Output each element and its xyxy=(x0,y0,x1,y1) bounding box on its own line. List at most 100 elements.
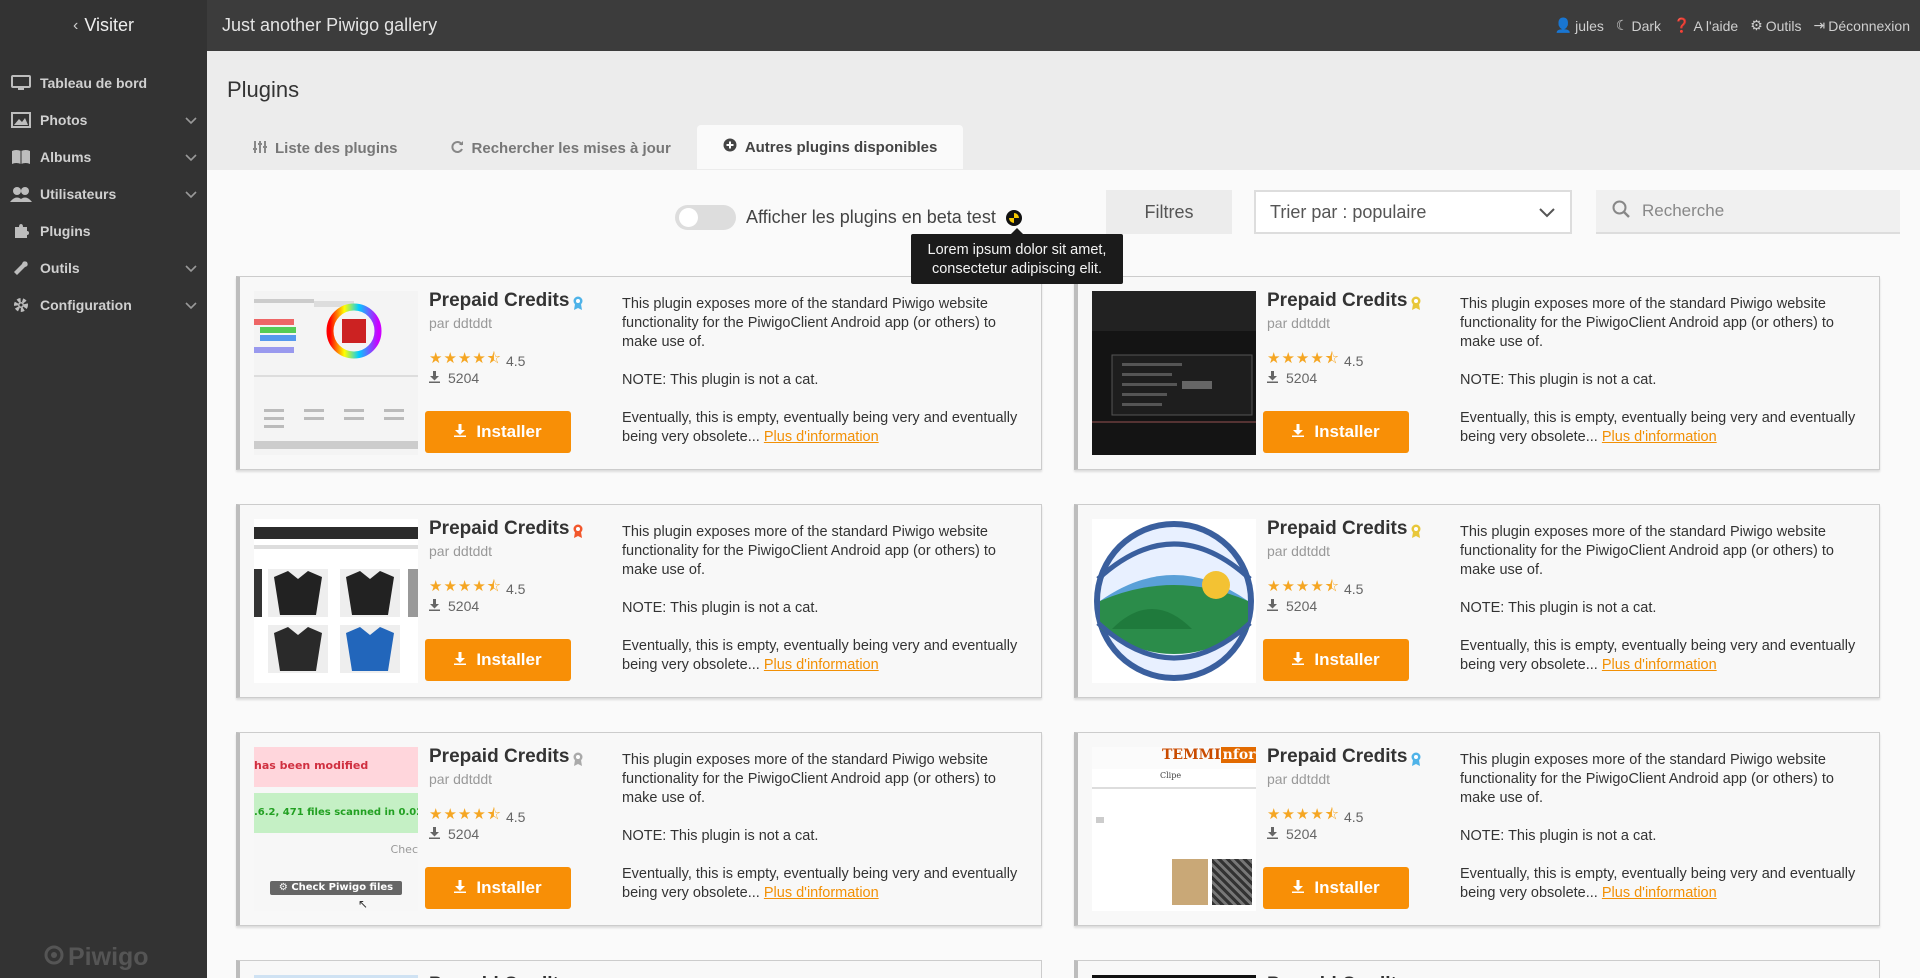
moon-icon: ☾ xyxy=(1615,17,1629,33)
tab-label: Liste des plugins xyxy=(275,140,398,157)
user-label: jules xyxy=(1575,17,1604,34)
sliders-icon xyxy=(253,140,267,158)
install-button[interactable]: Installer xyxy=(425,639,571,681)
tools-label: Outils xyxy=(1765,17,1802,34)
sidebar-item-plugins[interactable]: Plugins xyxy=(0,212,207,249)
more-info-link[interactable]: Plus d'information xyxy=(1602,885,1717,901)
chevron-down-icon xyxy=(1538,203,1556,226)
sidebar: ‹ Visiter Tableau de bord Photos Albums … xyxy=(0,0,207,978)
sidebar-item-tools[interactable]: Outils xyxy=(0,249,207,286)
description-note: NOTE: This plugin is not a cat. xyxy=(1460,600,1657,616)
downloads-count: 5204 xyxy=(448,370,480,386)
search-input[interactable]: Recherche xyxy=(1642,201,1724,221)
gallery-title[interactable]: Just another Piwigo gallery xyxy=(222,15,437,36)
rating-value: 4.5 xyxy=(506,352,526,369)
description-paragraph: This plugin exposes more of the standard… xyxy=(1460,752,1834,806)
plugin-author: par ddtddt xyxy=(1267,543,1331,559)
install-button[interactable]: Installer xyxy=(425,867,571,909)
theme-link[interactable]: ☾ Dark xyxy=(1616,17,1661,34)
chevron-down-icon xyxy=(185,297,197,313)
plugin-card: has been modified .6.2, 471 files scanne… xyxy=(236,732,1042,926)
thumb-chec-text: Chec xyxy=(390,843,418,856)
plugin-name-text: Prepaid Credits xyxy=(429,290,570,311)
topbar-links: 👤 jules ☾ Dark ❓ A l'aide ⚙ Outils ⇥ Déconnex… xyxy=(1555,0,1910,51)
plugin-name-text: Prepaid Credits xyxy=(429,746,570,767)
visit-label: Visiter xyxy=(84,15,134,35)
plugin-thumbnail xyxy=(1092,291,1256,455)
install-label: Installer xyxy=(1314,878,1380,897)
tab-check-updates[interactable]: Rechercher les mises à jour xyxy=(424,127,697,170)
plugin-name: Prepaid Credits xyxy=(429,974,569,978)
search-icon xyxy=(1612,200,1630,223)
monitor-icon xyxy=(10,74,32,92)
plugin-name: Prepaid Credits xyxy=(1267,518,1421,540)
plugin-thumbnail: TEMMInformat Clipe xyxy=(1092,747,1256,911)
logout-link[interactable]: ⇥ Déconnexion xyxy=(1814,17,1910,34)
sidebar-item-configuration[interactable]: Configuration xyxy=(0,286,207,323)
install-label: Installer xyxy=(476,422,542,441)
chevron-down-icon xyxy=(185,112,197,128)
plugin-thumbnail xyxy=(1092,519,1256,683)
sort-label: Trier par : populaire xyxy=(1270,201,1427,222)
plugin-thumbnail: has been modified .6.2, 471 files scanne… xyxy=(254,747,418,911)
sort-select[interactable]: Trier par : populaire xyxy=(1254,190,1572,234)
tools-link[interactable]: ⚙ Outils xyxy=(1750,17,1801,34)
install-button[interactable]: Installer xyxy=(1263,639,1409,681)
install-button[interactable]: Installer xyxy=(1263,867,1409,909)
warning-icon[interactable] xyxy=(1005,209,1022,226)
download-icon xyxy=(1267,370,1278,386)
plugin-downloads: 5204 xyxy=(1267,370,1317,386)
plugin-name: Prepaid Credits xyxy=(429,290,583,312)
certification-badge-icon xyxy=(1411,294,1421,310)
sidebar-item-label: Albums xyxy=(40,148,92,165)
install-label: Installer xyxy=(476,878,542,897)
more-info-link[interactable]: Plus d'information xyxy=(1602,429,1717,445)
plugin-downloads: 5204 xyxy=(1267,598,1317,614)
thumb-modified-text: has been modified xyxy=(254,747,418,787)
beta-toggle-switch[interactable] xyxy=(675,205,736,230)
plugin-name-text: Prepaid Credits xyxy=(1267,974,1407,978)
download-icon xyxy=(429,598,440,614)
logout-icon: ⇥ xyxy=(1813,17,1826,33)
visit-link[interactable]: ‹ Visiter xyxy=(0,0,207,51)
filters-button[interactable]: Filtres xyxy=(1106,190,1232,234)
plugin-thumbnail xyxy=(254,291,418,455)
plugin-name: Prepaid Credits xyxy=(429,518,583,540)
tab-other-plugins[interactable]: Autres plugins disponibles xyxy=(696,125,964,169)
chevron-down-icon xyxy=(185,186,197,202)
help-label: A l'aide xyxy=(1693,17,1739,34)
refresh-icon xyxy=(450,140,464,158)
downloads-count: 5204 xyxy=(1286,370,1318,386)
sidebar-item-albums[interactable]: Albums xyxy=(0,138,207,175)
more-info-link[interactable]: Plus d'information xyxy=(764,885,879,901)
search-box[interactable]: Recherche xyxy=(1596,190,1900,234)
plus-circle-icon xyxy=(723,138,737,156)
install-button[interactable]: Installer xyxy=(425,411,571,453)
downloads-count: 5204 xyxy=(1286,598,1318,614)
logout-label: Déconnexion xyxy=(1828,17,1910,34)
certification-badge-icon xyxy=(573,294,583,310)
plugin-name-text: Prepaid Credits xyxy=(1267,518,1408,539)
puzzle-icon xyxy=(10,222,32,240)
certification-badge-icon xyxy=(573,750,583,766)
page-title: Plugins xyxy=(227,77,300,102)
install-button[interactable]: Installer xyxy=(1263,411,1409,453)
description-note: NOTE: This plugin is not a cat. xyxy=(622,828,819,844)
install-label: Installer xyxy=(1314,422,1380,441)
cursor-icon: ↖ xyxy=(358,897,369,911)
more-info-link[interactable]: Plus d'information xyxy=(764,429,879,445)
tab-plugin-list[interactable]: Liste des plugins xyxy=(227,127,424,170)
thumb-check-button-label: Check Piwigo files xyxy=(291,882,394,893)
sidebar-item-label: Configuration xyxy=(40,296,132,313)
rating-value: 4.5 xyxy=(1344,580,1364,597)
more-info-link[interactable]: Plus d'information xyxy=(764,657,879,673)
tab-label: Autres plugins disponibles xyxy=(744,138,938,156)
more-info-link[interactable]: Plus d'information xyxy=(1602,657,1717,673)
sidebar-item-photos[interactable]: Photos xyxy=(0,101,207,138)
sidebar-menu: Tableau de bord Photos Albums Utilisateu… xyxy=(0,64,207,323)
help-link[interactable]: ❓ A l'aide xyxy=(1673,17,1738,34)
sidebar-item-dashboard[interactable]: Tableau de bord xyxy=(0,64,207,101)
sidebar-item-users[interactable]: Utilisateurs xyxy=(0,175,207,212)
user-link[interactable]: 👤 jules xyxy=(1555,17,1604,34)
description-paragraph: This plugin exposes more of the standard… xyxy=(1460,296,1834,350)
